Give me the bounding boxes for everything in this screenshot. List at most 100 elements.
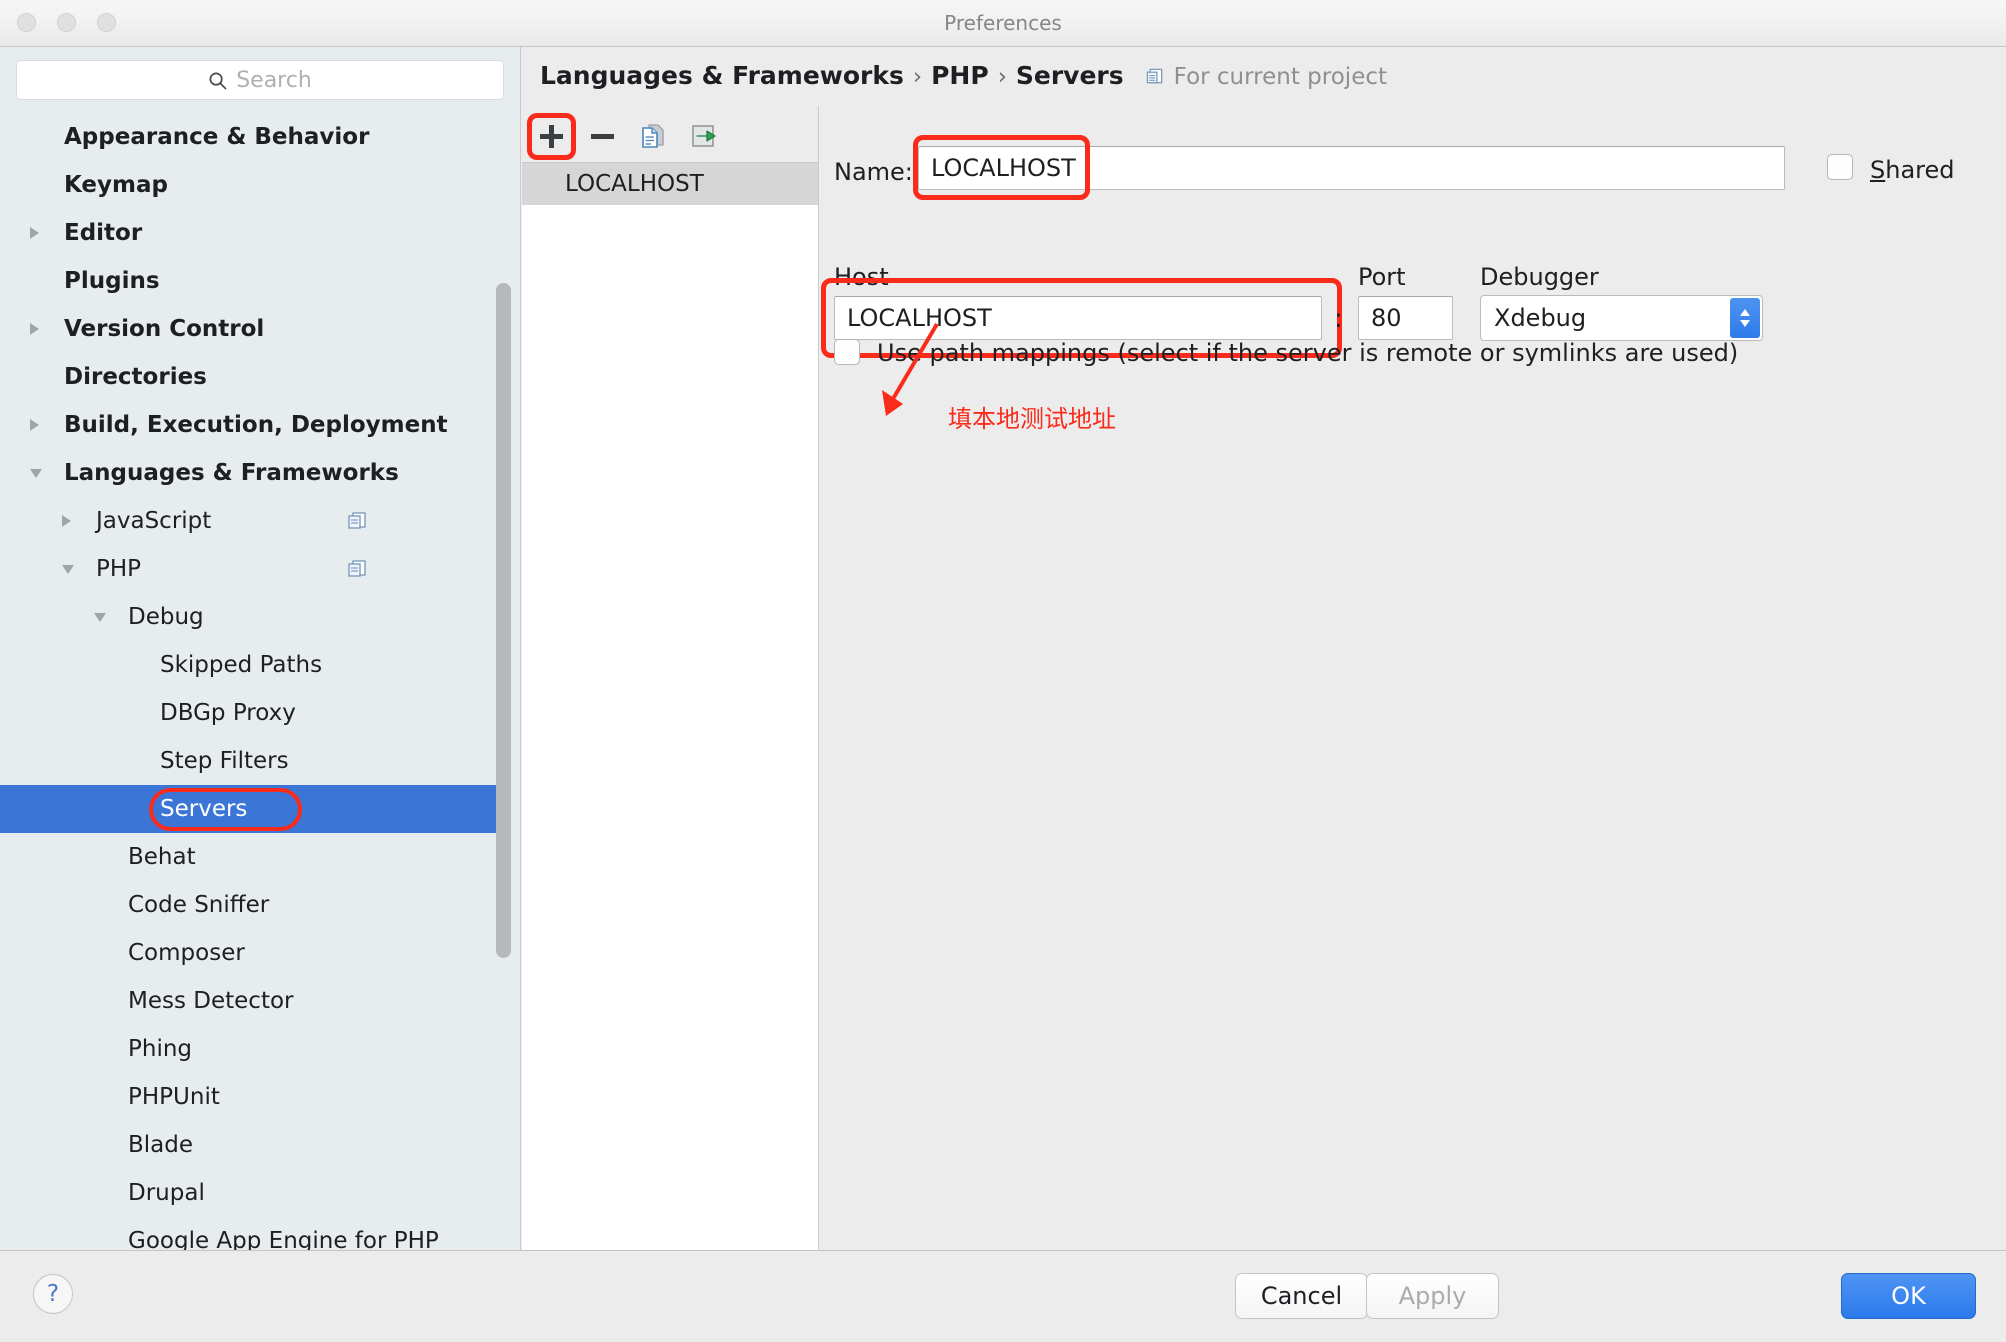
shared-checkbox[interactable] bbox=[1827, 154, 1853, 180]
chevron-down-icon[interactable] bbox=[94, 613, 106, 622]
sidebar-item-label: Editor bbox=[64, 220, 143, 246]
server-list-item-label: LOCALHOST bbox=[565, 171, 704, 197]
sidebar-item-step-filters[interactable]: Step Filters bbox=[0, 737, 500, 785]
sidebar-item-label: Version Control bbox=[64, 316, 265, 342]
plus-icon bbox=[539, 124, 563, 148]
sidebar-item-label: Plugins bbox=[64, 268, 160, 294]
search-icon bbox=[209, 72, 227, 89]
remove-server-button[interactable] bbox=[584, 119, 620, 153]
sidebar-item-label: Skipped Paths bbox=[160, 652, 323, 678]
sidebar-item-label: Keymap bbox=[64, 172, 168, 198]
sidebar-item-editor[interactable]: Editor bbox=[0, 209, 500, 257]
port-field-value: 80 bbox=[1371, 304, 1402, 332]
chevron-updown-icon[interactable] bbox=[1730, 298, 1760, 338]
sidebar-scrollbar[interactable] bbox=[496, 283, 511, 958]
chevron-down-icon[interactable] bbox=[30, 469, 42, 478]
sidebar-item-keymap[interactable]: Keymap bbox=[0, 161, 500, 209]
sidebar-item-google-app-engine-for-php[interactable]: Google App Engine for PHP bbox=[0, 1217, 500, 1250]
sidebar-item-label: Blade bbox=[128, 1132, 194, 1158]
scope-note: For current project bbox=[1146, 64, 1387, 90]
server-list-toolbar bbox=[522, 106, 819, 162]
sidebar-item-label: Directories bbox=[64, 364, 207, 390]
sidebar-item-phpunit[interactable]: PHPUnit bbox=[0, 1073, 500, 1121]
sidebar-item-version-control[interactable]: Version Control bbox=[0, 305, 500, 353]
minus-icon bbox=[590, 133, 614, 139]
chevron-right-icon[interactable] bbox=[62, 515, 71, 527]
settings-sidebar: Search Appearance & Behavior Keymap Editor… bbox=[0, 47, 521, 1250]
project-scope-icon bbox=[348, 560, 366, 577]
project-scope-icon bbox=[348, 512, 366, 529]
sidebar-item-behat[interactable]: Behat bbox=[0, 833, 500, 881]
copy-server-button[interactable] bbox=[635, 119, 671, 153]
server-list-pane: LOCALHOST bbox=[522, 106, 819, 1250]
help-button[interactable]: ? bbox=[33, 1274, 73, 1314]
sidebar-item-servers[interactable]: Servers bbox=[0, 785, 500, 833]
breadcrumb-part-0[interactable]: Languages & Frameworks bbox=[540, 61, 904, 90]
chevron-right-icon[interactable] bbox=[30, 419, 39, 431]
breadcrumb-separator: › bbox=[912, 64, 923, 90]
sidebar-item-phing[interactable]: Phing bbox=[0, 1025, 500, 1073]
name-field-value: LOCALHOST bbox=[931, 154, 1076, 182]
debugger-select[interactable]: Xdebug bbox=[1480, 295, 1763, 341]
sidebar-item-blade[interactable]: Blade bbox=[0, 1121, 500, 1169]
debugger-label: Debugger bbox=[1480, 263, 1599, 291]
shared-label-rest: hared bbox=[1885, 156, 1955, 184]
chevron-right-icon[interactable] bbox=[30, 323, 39, 335]
sidebar-item-label: JavaScript bbox=[96, 508, 212, 534]
server-list-item[interactable]: LOCALHOST bbox=[522, 163, 818, 205]
sidebar-item-composer[interactable]: Composer bbox=[0, 929, 500, 977]
sidebar-item-plugins[interactable]: Plugins bbox=[0, 257, 500, 305]
sidebar-item-dbgp-proxy[interactable]: DBGp Proxy bbox=[0, 689, 500, 737]
sidebar-item-directories[interactable]: Directories bbox=[0, 353, 500, 401]
path-mappings-checkbox[interactable] bbox=[834, 339, 860, 365]
sidebar-item-drupal[interactable]: Drupal bbox=[0, 1169, 500, 1217]
preferences-window: Preferences Search Appearance & Behavior… bbox=[0, 0, 2006, 1342]
sidebar-item-code-sniffer[interactable]: Code Sniffer bbox=[0, 881, 500, 929]
host-field[interactable]: LOCALHOST bbox=[834, 296, 1322, 340]
breadcrumb-part-1[interactable]: PHP bbox=[931, 61, 989, 90]
dialog-footer: ? Cancel Apply OK bbox=[0, 1250, 2006, 1342]
sidebar-item-javascript[interactable]: JavaScript bbox=[0, 497, 500, 545]
sidebar-item-label: Google App Engine for PHP bbox=[128, 1228, 439, 1250]
breadcrumb: Languages & Frameworks › PHP › Servers F… bbox=[540, 61, 1387, 90]
scope-note-label: For current project bbox=[1173, 64, 1388, 90]
breadcrumb-part-2[interactable]: Servers bbox=[1016, 61, 1124, 90]
copy-icon bbox=[642, 124, 664, 148]
sidebar-item-label: Mess Detector bbox=[128, 988, 294, 1014]
chevron-right-icon[interactable] bbox=[30, 227, 39, 239]
port-field[interactable]: 80 bbox=[1358, 296, 1453, 340]
server-list[interactable]: LOCALHOST bbox=[522, 162, 818, 1250]
sidebar-item-mess-detector[interactable]: Mess Detector bbox=[0, 977, 500, 1025]
search-placeholder: Search bbox=[236, 67, 312, 93]
host-label: Host bbox=[834, 263, 889, 291]
import-server-button[interactable] bbox=[686, 119, 722, 153]
name-label: Name: bbox=[834, 158, 913, 186]
sidebar-item-build-execution-deployment[interactable]: Build, Execution, Deployment bbox=[0, 401, 500, 449]
port-label: Port bbox=[1358, 263, 1406, 291]
sidebar-item-label: PHP bbox=[96, 556, 142, 582]
sidebar-item-label: Composer bbox=[128, 940, 245, 966]
sidebar-item-appearance-behavior[interactable]: Appearance & Behavior bbox=[0, 113, 500, 161]
host-field-value: LOCALHOST bbox=[847, 304, 992, 332]
apply-button[interactable]: Apply bbox=[1366, 1273, 1499, 1319]
host-port-colon: : bbox=[1334, 304, 1343, 334]
sidebar-item-skipped-paths[interactable]: Skipped Paths bbox=[0, 641, 500, 689]
sidebar-item-debug[interactable]: Debug bbox=[0, 593, 500, 641]
debugger-select-value: Xdebug bbox=[1494, 304, 1587, 332]
server-detail-form: Name: LOCALHOST Shared Host LOCALHOST : … bbox=[820, 106, 2006, 1250]
sidebar-scrollbar-thumb[interactable] bbox=[496, 283, 511, 958]
name-field[interactable]: LOCALHOST bbox=[918, 146, 1785, 190]
ok-button[interactable]: OK bbox=[1841, 1273, 1976, 1319]
chevron-down-icon[interactable] bbox=[62, 565, 74, 574]
sidebar-item-php[interactable]: PHP bbox=[0, 545, 500, 593]
sidebar-item-label: PHPUnit bbox=[128, 1084, 220, 1110]
path-mappings-label: Use path mappings (select if the server … bbox=[877, 339, 1739, 367]
sidebar-item-label: Step Filters bbox=[160, 748, 289, 774]
sidebar-item-label: Phing bbox=[128, 1036, 193, 1062]
sidebar-item-label: Drupal bbox=[128, 1180, 205, 1206]
sidebar-item-languages-frameworks[interactable]: Languages & Frameworks bbox=[0, 449, 500, 497]
cancel-button[interactable]: Cancel bbox=[1235, 1273, 1368, 1319]
add-server-button[interactable] bbox=[533, 119, 569, 153]
search-input[interactable]: Search bbox=[16, 60, 504, 100]
sidebar-item-label: Behat bbox=[128, 844, 196, 870]
